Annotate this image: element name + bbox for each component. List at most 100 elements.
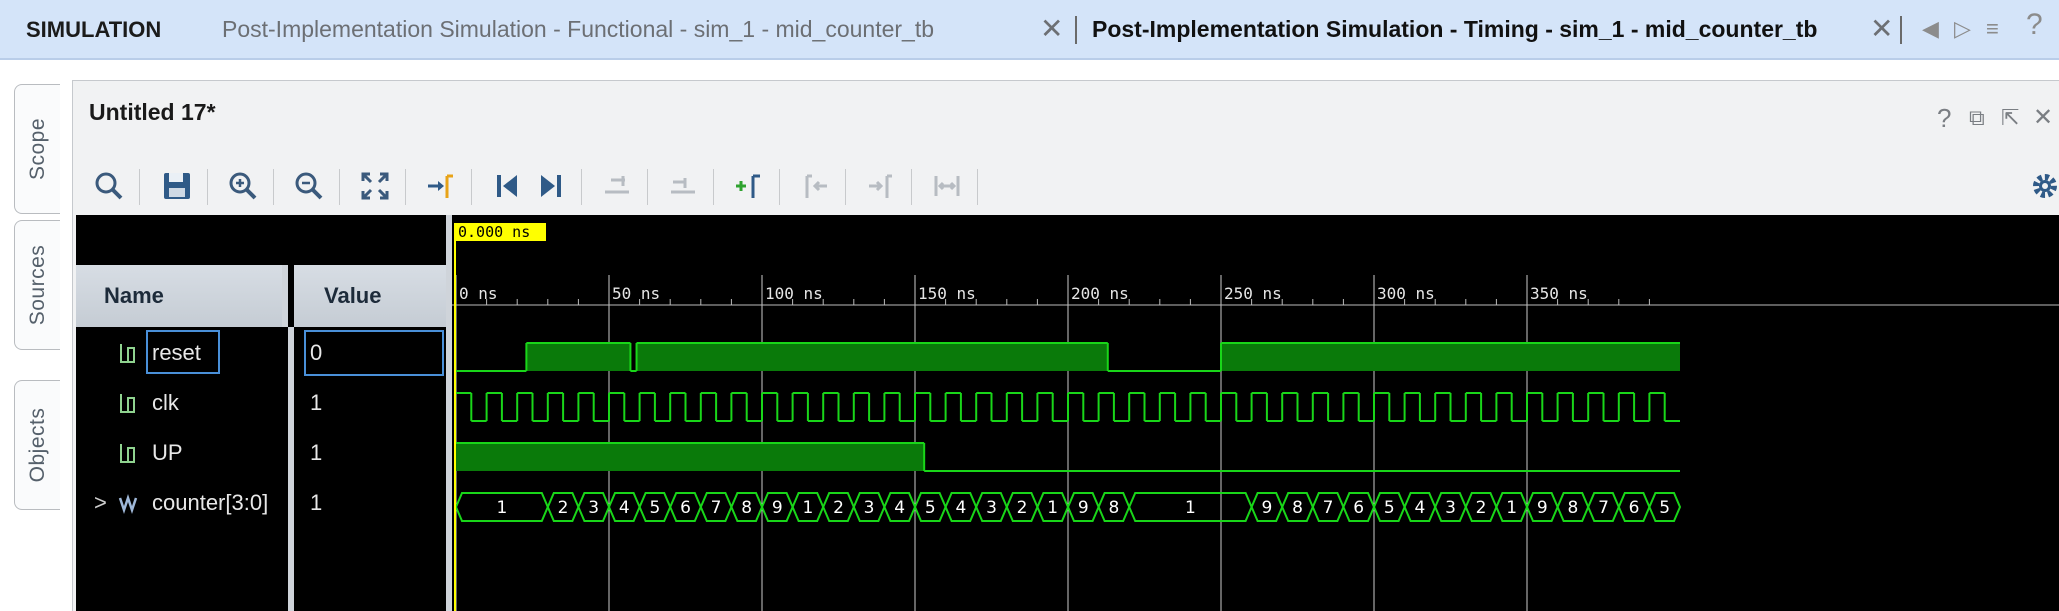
time-tick-label: 350 ns [1530, 284, 1588, 303]
bus-signal-icon [118, 494, 138, 514]
zoom-fit-icon[interactable] [353, 163, 397, 209]
settings-gear-icon[interactable] [2023, 163, 2059, 209]
sidebar-tab-objects[interactable]: Objects [14, 380, 60, 510]
counter-bus-value: 5 [1384, 498, 1395, 518]
go-to-time-0-icon[interactable] [485, 163, 529, 209]
value-selection-box [304, 330, 444, 376]
add-marker-icon[interactable] [727, 163, 771, 209]
panel-help-icon[interactable]: ? [1937, 103, 1951, 133]
reset-wave-high-fill [636, 343, 1108, 371]
waveform-canvas[interactable]: 0 ns 50 ns 100 ns 150 ns 200 ns 250 ns 300 ns 3… [452, 215, 2059, 611]
time-tick-label: 50 ns [612, 284, 660, 303]
signal-row-counter[interactable]: > counter[3:0] 1 [76, 480, 446, 528]
counter-bus-value: 9 [1537, 498, 1548, 518]
signal-row-clk[interactable]: clk 1 [76, 380, 446, 428]
counter-bus-value: 3 [986, 498, 997, 518]
signal-value: 1 [310, 390, 323, 415]
time-tick-label: 200 ns [1071, 284, 1129, 303]
simulation-tab-bar: SIMULATION Post-Implementation Simulatio… [0, 0, 2059, 60]
bit-signal-icon [120, 344, 135, 363]
close-timing-tab-icon[interactable]: ✕ [1870, 15, 1893, 43]
sidebar-tab-label: Scope [25, 117, 49, 181]
tab-timing-simulation[interactable]: Post-Implementation Simulation - Timing … [1092, 0, 1817, 60]
time-tick-label: 250 ns [1224, 284, 1282, 303]
value-column-header[interactable]: Value [294, 265, 446, 327]
counter-bus-value: 9 [1078, 498, 1089, 518]
tab-separator [1075, 16, 1077, 44]
cursor-to-time-icon[interactable] [661, 163, 705, 209]
float-window-icon[interactable]: ⇱ [2001, 103, 2019, 133]
counter-bus-value: 7 [1598, 498, 1609, 518]
time-tick-label: 0 ns [459, 284, 498, 303]
bit-signal-icon [120, 394, 135, 413]
counter-bus-value: 6 [1353, 498, 1364, 518]
counter-bus-value: 8 [1108, 498, 1119, 518]
zoom-out-icon[interactable] [287, 163, 331, 209]
simulation-section-label: SIMULATION [26, 17, 162, 42]
time-tick-label: 300 ns [1377, 284, 1435, 303]
next-marker-icon[interactable] [859, 163, 903, 209]
value-column-label: Value [324, 283, 382, 308]
tab-scroll-right-icon[interactable]: ▷ [1954, 14, 1971, 44]
counter-bus-value: 1 [496, 498, 507, 518]
restore-icon[interactable]: ⧉ [1969, 103, 1985, 133]
signal-name: UP [152, 440, 183, 465]
counter-bus-value: 1 [1047, 498, 1058, 518]
time-tick-label: 100 ns [765, 284, 823, 303]
counter-bus-value: 8 [1292, 498, 1303, 518]
waveform-viewer: Name Value reset 0 clk 1 UP 1 > counter[… [76, 215, 2059, 611]
counter-bus-value: 1 [1506, 498, 1517, 518]
sidebar-tab-label: Objects [25, 407, 49, 483]
counter-bus-value: 9 [1261, 498, 1272, 518]
signal-name: clk [152, 390, 179, 415]
up-wave-high-fill [456, 443, 925, 471]
close-functional-tab-icon[interactable]: ✕ [1040, 15, 1063, 43]
name-header-spacer [76, 215, 448, 265]
counter-bus-value: 1 [802, 498, 813, 518]
counter-bus-value: 2 [1476, 498, 1487, 518]
counter-bus-value: 1 [1185, 498, 1196, 518]
go-to-last-time-icon[interactable] [529, 163, 573, 209]
counter-bus-value: 9 [772, 498, 783, 518]
tab-list-menu-icon[interactable]: ≡ [1986, 14, 1999, 44]
counter-bus-value: 3 [1445, 498, 1456, 518]
reset-wave-high-fill [526, 343, 631, 371]
left-sidebar: Scope Sources Objects [0, 60, 70, 611]
counter-bus-value: 4 [955, 498, 966, 518]
signal-row-reset[interactable]: reset 0 [76, 330, 446, 378]
counter-bus-value: 4 [894, 498, 905, 518]
counter-bus-value: 3 [864, 498, 875, 518]
tab-scroll-left-icon[interactable]: ◀ [1922, 14, 1939, 44]
counter-bus-value: 5 [649, 498, 660, 518]
counter-bus-value: 2 [558, 498, 569, 518]
expand-chevron-icon[interactable]: > [94, 490, 107, 516]
tab-functional-simulation[interactable]: Post-Implementation Simulation - Functio… [222, 0, 934, 60]
name-column-header[interactable]: Name [76, 265, 288, 327]
previous-marker-icon[interactable] [793, 163, 837, 209]
counter-bus-value: 8 [741, 498, 752, 518]
signal-row-up[interactable]: UP 1 [76, 430, 446, 478]
sidebar-tab-label: Sources [25, 244, 49, 326]
sidebar-tab-scope[interactable]: Scope [14, 84, 60, 214]
counter-bus-value: 5 [1659, 498, 1670, 518]
tab-separator [1900, 16, 1902, 44]
time-tick-label: 150 ns [918, 284, 976, 303]
signal-name: counter[3:0] [152, 490, 269, 515]
zoom-in-icon[interactable] [221, 163, 265, 209]
go-to-cursor-icon[interactable] [419, 163, 463, 209]
counter-bus-value: 3 [588, 498, 599, 518]
search-icon[interactable] [87, 163, 131, 209]
cursor-time-label: 0.000 ns [458, 223, 530, 241]
counter-bus-value: 5 [925, 498, 936, 518]
panel-title: Untitled 17* [89, 99, 216, 125]
counter-bus-value: 7 [711, 498, 722, 518]
bit-signal-icon [120, 444, 135, 463]
name-column-label: Name [104, 283, 164, 308]
panel-close-icon[interactable]: ✕ [2033, 103, 2053, 133]
swap-cursors-icon[interactable] [595, 163, 639, 209]
sidebar-tab-sources[interactable]: Sources [14, 220, 60, 350]
fit-marker-icon[interactable] [925, 163, 969, 209]
help-icon[interactable]: ? [2026, 10, 2043, 40]
name-selection-box [146, 330, 220, 374]
save-icon[interactable] [155, 163, 199, 209]
